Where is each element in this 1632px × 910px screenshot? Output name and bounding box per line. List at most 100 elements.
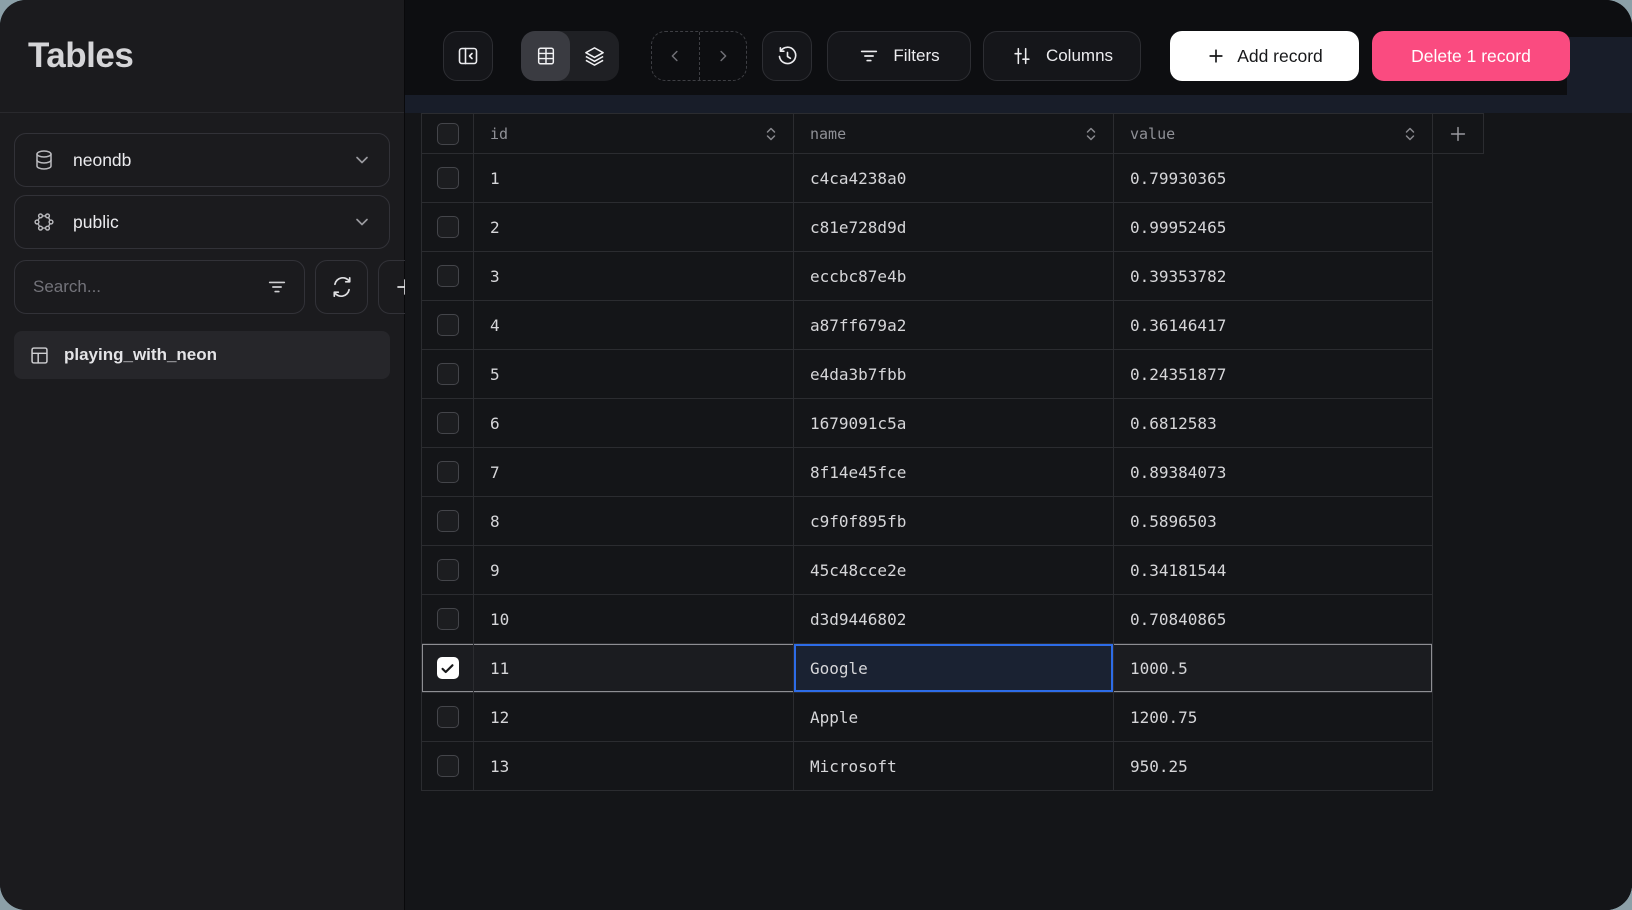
sidebar: Tables neondb: [0, 0, 405, 910]
next-page-button[interactable]: [699, 32, 747, 80]
name-cell[interactable]: c81e728d9d: [794, 203, 1114, 252]
id-cell[interactable]: 9: [474, 546, 794, 595]
row-checkbox[interactable]: [437, 216, 459, 238]
row-checkbox-checked[interactable]: [437, 657, 459, 679]
name-cell[interactable]: 45c48cce2e: [794, 546, 1114, 595]
table-view-button[interactable]: [521, 31, 570, 81]
row-checkbox-cell[interactable]: [422, 448, 474, 497]
row-checkbox[interactable]: [437, 363, 459, 385]
id-cell[interactable]: 5: [474, 350, 794, 399]
row-checkbox[interactable]: [437, 755, 459, 777]
value-cell[interactable]: 1000.5: [1114, 644, 1433, 693]
value-cell[interactable]: 0.79930365: [1114, 154, 1433, 203]
layers-view-button[interactable]: [570, 31, 619, 81]
name-cell[interactable]: Apple: [794, 693, 1114, 742]
columns-button[interactable]: Columns: [983, 31, 1141, 81]
prev-page-button[interactable]: [652, 32, 699, 80]
chevron-down-icon: [352, 212, 372, 232]
search-input[interactable]: [31, 276, 256, 298]
row-checkbox[interactable]: [437, 412, 459, 434]
value-cell[interactable]: 0.24351877: [1114, 350, 1433, 399]
name-cell[interactable]: c9f0f895fb: [794, 497, 1114, 546]
name-cell[interactable]: Google: [794, 644, 1114, 693]
value-cell[interactable]: 0.89384073: [1114, 448, 1433, 497]
row-checkbox[interactable]: [437, 510, 459, 532]
row-checkbox[interactable]: [437, 608, 459, 630]
row-checkbox-cell[interactable]: [422, 644, 474, 693]
name-cell[interactable]: a87ff679a2: [794, 301, 1114, 350]
value-cell[interactable]: 0.5896503: [1114, 497, 1433, 546]
row-checkbox[interactable]: [437, 559, 459, 581]
row-checkbox-cell[interactable]: [422, 546, 474, 595]
id-cell[interactable]: 11: [474, 644, 794, 693]
id-cell[interactable]: 7: [474, 448, 794, 497]
row-checkbox-cell[interactable]: [422, 301, 474, 350]
value-cell[interactable]: 0.99952465: [1114, 203, 1433, 252]
sidebar-item-playing_with_neon[interactable]: playing_with_neon: [14, 331, 390, 379]
column-label: name: [810, 125, 846, 143]
grid-view-icon: [535, 45, 557, 67]
filter-lines-icon[interactable]: [266, 276, 288, 298]
table-row: 3eccbc87e4b0.39353782: [422, 252, 1484, 301]
history-button[interactable]: [762, 31, 812, 81]
id-cell[interactable]: 13: [474, 742, 794, 791]
row-checkbox-cell[interactable]: [422, 203, 474, 252]
id-cell[interactable]: 12: [474, 693, 794, 742]
row-checkbox-cell[interactable]: [422, 595, 474, 644]
id-cell[interactable]: 2: [474, 203, 794, 252]
refresh-button[interactable]: [315, 260, 368, 314]
select-all-cell[interactable]: [422, 114, 474, 154]
row-checkbox-cell[interactable]: [422, 742, 474, 791]
schema-selector[interactable]: public: [14, 195, 390, 249]
name-cell[interactable]: c4ca4238a0: [794, 154, 1114, 203]
value-cell[interactable]: 1200.75: [1114, 693, 1433, 742]
delete-record-button[interactable]: Delete 1 record: [1372, 31, 1570, 81]
row-checkbox[interactable]: [437, 461, 459, 483]
toolbar: Filters Columns Add record Delete 1 reco…: [443, 31, 1570, 81]
row-checkbox[interactable]: [437, 706, 459, 728]
name-cell[interactable]: 1679091c5a: [794, 399, 1114, 448]
value-cell[interactable]: 0.34181544: [1114, 546, 1433, 595]
add-record-button[interactable]: Add record: [1170, 31, 1359, 81]
id-cell[interactable]: 6: [474, 399, 794, 448]
column-header-name[interactable]: name: [794, 114, 1114, 154]
value-cell[interactable]: 0.36146417: [1114, 301, 1433, 350]
row-checkbox[interactable]: [437, 265, 459, 287]
name-cell[interactable]: eccbc87e4b: [794, 252, 1114, 301]
collapse-sidebar-button[interactable]: [443, 31, 493, 81]
value-cell[interactable]: 950.25: [1114, 742, 1433, 791]
name-cell[interactable]: Microsoft: [794, 742, 1114, 791]
name-cell[interactable]: 8f14e45fce: [794, 448, 1114, 497]
table-row: 4a87ff679a20.36146417: [422, 301, 1484, 350]
name-cell[interactable]: d3d9446802: [794, 595, 1114, 644]
table-row: 2c81e728d9d0.99952465: [422, 203, 1484, 252]
id-cell[interactable]: 8: [474, 497, 794, 546]
id-cell[interactable]: 1: [474, 154, 794, 203]
sort-icon[interactable]: [1083, 126, 1099, 142]
name-cell[interactable]: e4da3b7fbb: [794, 350, 1114, 399]
row-checkbox[interactable]: [437, 167, 459, 189]
add-column-button[interactable]: [1433, 114, 1484, 154]
sort-icon[interactable]: [1402, 126, 1418, 142]
sidebar-body: neondb public: [0, 113, 404, 379]
id-cell[interactable]: 3: [474, 252, 794, 301]
select-all-checkbox[interactable]: [437, 123, 459, 145]
row-checkbox-cell[interactable]: [422, 497, 474, 546]
row-checkbox[interactable]: [437, 314, 459, 336]
row-checkbox-cell[interactable]: [422, 350, 474, 399]
id-cell[interactable]: 4: [474, 301, 794, 350]
id-cell[interactable]: 10: [474, 595, 794, 644]
value-cell[interactable]: 0.6812583: [1114, 399, 1433, 448]
filters-button[interactable]: Filters: [827, 31, 971, 81]
database-selector[interactable]: neondb: [14, 133, 390, 187]
value-cell[interactable]: 0.70840865: [1114, 595, 1433, 644]
column-header-id[interactable]: id: [474, 114, 794, 154]
value-cell[interactable]: 0.39353782: [1114, 252, 1433, 301]
row-checkbox-cell[interactable]: [422, 693, 474, 742]
search-box[interactable]: [14, 260, 305, 314]
row-checkbox-cell[interactable]: [422, 154, 474, 203]
row-checkbox-cell[interactable]: [422, 252, 474, 301]
sort-icon[interactable]: [763, 126, 779, 142]
column-header-value[interactable]: value: [1114, 114, 1433, 154]
row-checkbox-cell[interactable]: [422, 399, 474, 448]
